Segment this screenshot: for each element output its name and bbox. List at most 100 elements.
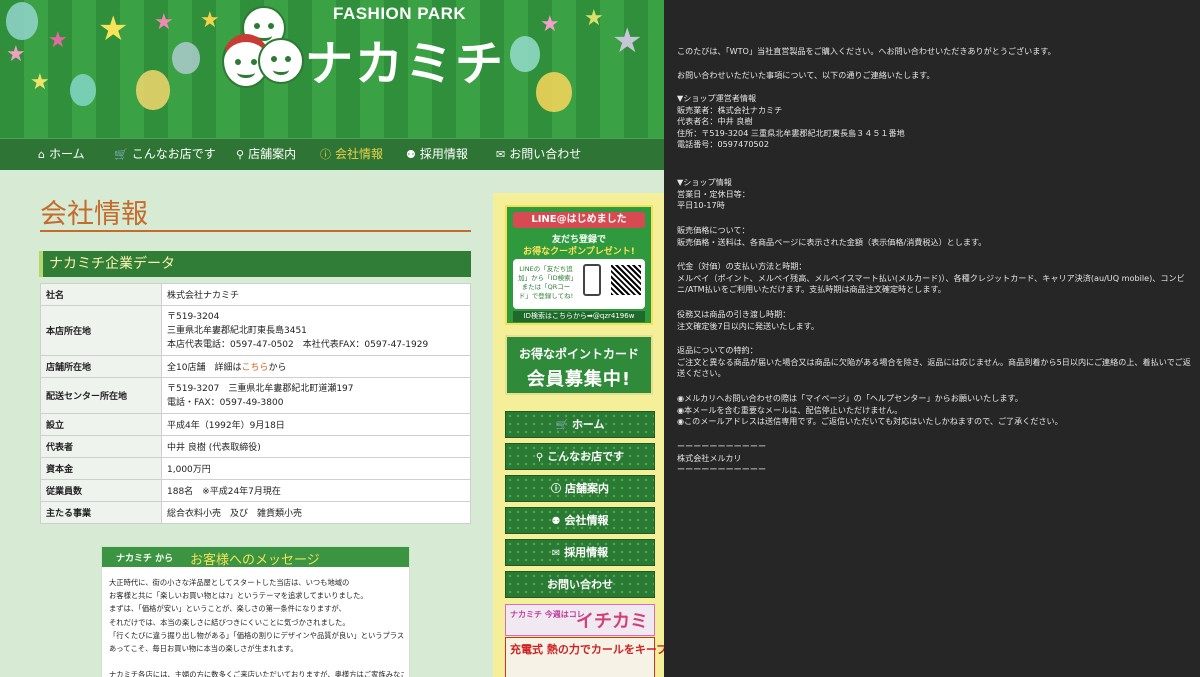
sidebar-button-company[interactable]: ⚉ 会社情報 xyxy=(505,507,655,534)
return-policy: 返品についての特約： ご注文と異なる商品が届いた場合又は商品に欠陥がある場合を除… xyxy=(677,345,1198,380)
mail-section-heading: ▼ショップ情報 xyxy=(677,177,732,187)
point-card-banner[interactable]: お得なポイントカード 会員募集中! xyxy=(505,335,653,395)
page-title: 会社情報 xyxy=(40,199,148,230)
table-value: 中井 良樹 (代表取締役) xyxy=(161,435,471,458)
mail-line: 平日10-17時 xyxy=(677,200,725,210)
sidebar-button-label: 店舗案内 xyxy=(565,482,609,495)
message-title: お客様へのメッセージ xyxy=(190,553,320,568)
sidebar-button-contact[interactable]: お問い合わせ xyxy=(505,571,655,598)
table-key: 店舗所在地 xyxy=(40,355,162,378)
phone-fax: 本店代表電話：0597-47-0502 本社代表FAX：0597-47-1929 xyxy=(167,339,429,350)
balloon-decoration xyxy=(6,2,38,40)
sidebar-button-stores[interactable]: ⓘ 店舗案内 xyxy=(505,475,655,502)
mail-line: 返品についての特約： xyxy=(677,345,758,355)
sidebar-button-recruit[interactable]: ✉ 採用情報 xyxy=(505,539,655,566)
mail-line: 住所：〒519-3204 三重県北牟婁郡紀北町東長島３４５１番地 xyxy=(677,127,905,138)
line-card: LINEの「友だち追加」から「ID検索」または「QRコード」で登録してね! xyxy=(513,259,645,309)
title-divider xyxy=(40,230,471,232)
message-line: あってこそ、毎日お買い物に本当の楽しさが生まれます。 xyxy=(109,644,298,654)
mail-line: お問い合わせいただいた事項について、以下の通りご連絡いたします。 xyxy=(677,70,935,80)
email-pane: このたびは、「WTO」当社直営製品をご購入ください。へお問い合わせいただきありが… xyxy=(664,0,1200,677)
table-key: 本店所在地 xyxy=(40,305,162,356)
mail-line: ◉メルカリへお問い合わせの際は「マイページ」の「ヘルプセンター」からお願いいたし… xyxy=(677,393,1023,403)
mail-notes: ◉メルカリへお問い合わせの際は「マイページ」の「ヘルプセンター」からお願いいたし… xyxy=(677,393,1198,428)
customer-message-box: ナカミチ から お客様へのメッセージ 大正時代に、街の小さな洋品屋としてスタート… xyxy=(101,546,410,677)
price-info: 販売価格について： 販売価格・送料は、各商品ページに表示された金額（表示価格/消… xyxy=(677,225,1198,248)
table-row: 設立 平成4年（1992年）9月18日 xyxy=(40,413,471,436)
table-row: 資本金 1,000万円 xyxy=(40,457,471,480)
table-row: 従業員数 188名 ※平成24年7月現在 xyxy=(40,479,471,502)
info-icon: ⓘ xyxy=(551,484,561,495)
line-card-text: LINEの「友だち追加」から「ID検索」または「QRコード」で登録してね! xyxy=(518,265,574,300)
table-key: 従業員数 xyxy=(40,479,162,502)
table-key: 主たる事業 xyxy=(40,501,162,524)
message-line: 大正時代に、街の小さな洋品屋としてスタートした当店は、いつも地域の xyxy=(109,578,350,587)
sidebar-button-label: ホーム xyxy=(571,418,605,431)
table-row: 配送センター所在地 〒519-3207 三重県北牟婁郡紀北町道瀬197 電話・FA… xyxy=(40,377,471,414)
main-nav: ⌂ ホーム 🛒 こんなお店です ⚲ 店舗案内 ⓘ 会社情報 ⚉ 採用情報 ✉ お問い合わせ xyxy=(0,138,664,170)
star-decoration: ★ xyxy=(6,42,26,67)
sidebar-button-label: お問い合わせ xyxy=(547,578,613,591)
line-banner[interactable]: LINE@はじめました 友だち登録で お得なクーポンプレゼント! LINEの「友… xyxy=(505,205,653,325)
signature-rule: ーーーーーーーーーーー xyxy=(677,464,767,474)
postal-code: 〒519-3204 xyxy=(167,311,220,322)
mail-line: 電話番号：0597470502 xyxy=(677,139,769,149)
table-value: 1,000万円 xyxy=(161,457,471,480)
point-card-title: お得なポイントカード xyxy=(518,347,639,361)
message-line: まずは、「価格が安い」ということが、楽しさの第一条件になりますが、 xyxy=(109,604,346,614)
message-subtitle: ナカミチ から xyxy=(116,554,174,564)
nav-label: こんなお店です xyxy=(131,147,216,161)
qr-code-icon xyxy=(611,265,641,295)
mail-line: 営業日・定休日等： xyxy=(677,188,750,199)
mail-line: ◉このメールアドレスは送信専用です。ご返信いただいても対応はいたしかねますので、… xyxy=(677,416,1063,426)
message-line: 「行くたびに違う掘り出し物がある」「価格の割りにデザインや品質が良い」というプラ… xyxy=(109,630,404,640)
ichikami-banner[interactable]: ナカミチ 今週はコレ イチカミ xyxy=(505,604,655,636)
nav-label: 会社情報 xyxy=(335,147,384,161)
nav-item-contact[interactable]: ✉ お問い合わせ xyxy=(496,139,581,170)
mail-icon: ✉ xyxy=(496,148,506,161)
star-decoration: ★ xyxy=(584,6,604,31)
payment-info: 代金（対価）の支払い方法と時期： メルペイ（ポイント、メルペイ残高、メルペイスマ… xyxy=(677,261,1198,296)
ichikami-sub: ナカミチ 今週はコレ xyxy=(510,610,585,619)
mail-paragraph: お問い合わせいただいた事項について、以下の通りご連絡いたします。 xyxy=(677,70,1198,82)
sidebar-button-about[interactable]: ⚲ こんなお店です xyxy=(505,443,655,470)
stores-text: 全10店舗 詳細は xyxy=(167,363,242,373)
curl-iron-banner[interactable]: 充電式 熱の力でカールをキープ! xyxy=(505,637,664,677)
delivery-info: 役務又は商品の引き渡し時期： 注文確定後7日以内に発送いたします。 xyxy=(677,309,1198,332)
line-id: ID検索はこちらから➡@qzr4196w xyxy=(513,311,645,322)
sidebar-button-home[interactable]: 🛒 ホーム xyxy=(505,411,655,438)
phone-icon xyxy=(583,264,601,296)
sidebar: LINE@はじめました 友だち登録で お得なクーポンプレゼント! LINEの「友… xyxy=(493,193,664,677)
message-line: ナカミチ各店には、主婦の方に数多くご来店いただいておりますが、奥様方はご家族みな… xyxy=(109,670,404,677)
nav-item-home[interactable]: ⌂ ホーム xyxy=(38,139,85,170)
site-logo[interactable]: ナカミチ xyxy=(305,24,505,94)
signature-name: 株式会社メルカリ xyxy=(677,452,742,463)
message-line: お客様と共に「楽しいお買い物とは?」というテーマを追求してまいりました。 xyxy=(109,591,368,601)
nav-item-about[interactable]: 🛒 こんなお店です xyxy=(114,139,216,170)
message-line: それだけでは、本当の楽しさに結びつきにくいことに気づかされました。 xyxy=(109,617,350,627)
star-decoration: ★ xyxy=(540,12,560,37)
message-body: 大正時代に、街の小さな洋品屋としてスタートした当店は、いつも地域の お客様と共に… xyxy=(109,576,404,677)
signature-rule: ーーーーーーーーーーー xyxy=(677,441,767,451)
nav-item-stores[interactable]: ⚲ 店舗案内 xyxy=(236,139,296,170)
nav-item-recruit[interactable]: ⚉ 採用情報 xyxy=(406,139,468,170)
balloon-decoration xyxy=(510,36,540,72)
table-value: 〒519-3204 三重県北牟婁郡紀北町東長島3451 本店代表電話：0597-47… xyxy=(161,305,471,356)
table-row: 代表者 中井 良樹 (代表取締役) xyxy=(40,435,471,458)
ichikami-title: イチカミ xyxy=(576,611,648,632)
mail-line: ◉本メールを含む重要なメールは、配信停止いただけません。 xyxy=(677,404,903,415)
table-value: 全10店舗 詳細はこちらから xyxy=(161,355,471,378)
address: 三重県北牟婁郡紀北町東長島3451 xyxy=(167,325,307,336)
message-line xyxy=(109,655,404,668)
point-card-headline: 会員募集中! xyxy=(526,369,632,390)
stores-text: から xyxy=(268,363,287,373)
people-icon: ⚉ xyxy=(406,148,416,161)
nav-label: 採用情報 xyxy=(419,147,468,161)
stores-link[interactable]: こちら xyxy=(241,363,268,373)
table-row: 主たる事業 総合衣料小売 及び 雑貨類小売 xyxy=(40,501,471,524)
website-pane: ★ ★ ★ ★ ★ ★ ★ ★ ★ FASHION PARK ナカミチ ⌂ ホーム… xyxy=(0,0,664,677)
info-icon: ⓘ xyxy=(320,148,331,161)
table-value: 株式会社ナカミチ xyxy=(161,283,471,306)
table-value: 188名 ※平成24年7月現在 xyxy=(161,479,471,502)
nav-item-company[interactable]: ⓘ 会社情報 xyxy=(320,139,383,170)
